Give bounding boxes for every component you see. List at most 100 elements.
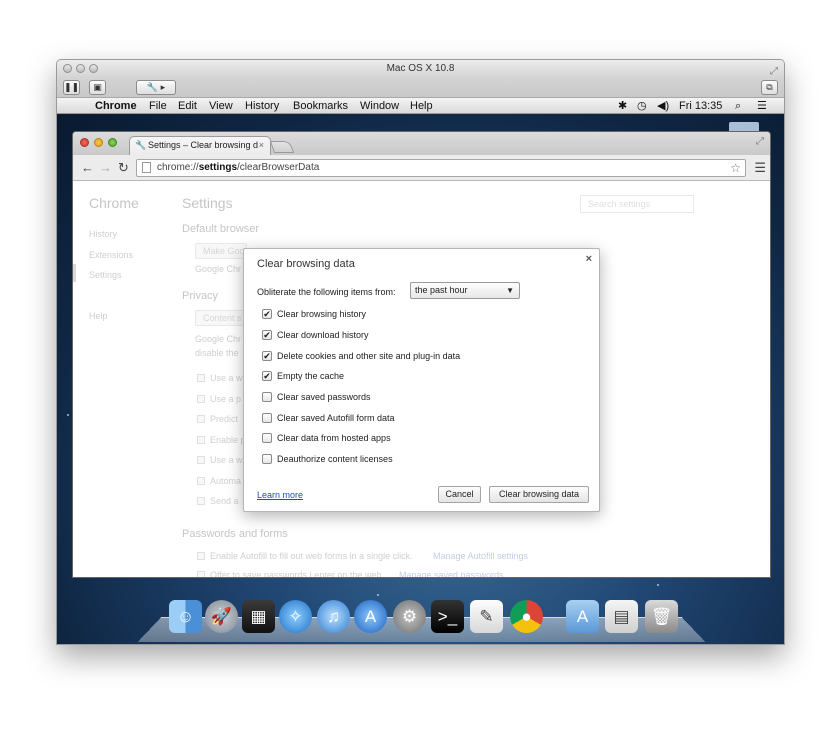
url-path: /clearBrowserData	[237, 162, 320, 173]
clear-browsing-data-button[interactable]: Clear browsing data	[489, 486, 589, 503]
menu-bookmarks[interactable]: Bookmarks	[293, 98, 348, 114]
snapshot-button[interactable]: ▣	[89, 80, 106, 95]
chrome-minimize-icon[interactable]	[94, 138, 103, 147]
menu-window[interactable]: Window	[360, 98, 399, 114]
vm-title: Mac OS X 10.8	[386, 63, 455, 74]
option-checkbox[interactable]	[262, 433, 272, 443]
option-label: Deauthorize content licenses	[277, 454, 393, 464]
zoom-window-icon[interactable]	[89, 64, 98, 73]
time-period-select[interactable]: the past hour ▼	[410, 282, 520, 299]
page-icon	[142, 162, 151, 173]
tab-strip: 🔧 Settings – Clear browsing d × ⤢	[73, 132, 770, 155]
option-label: Clear saved passwords	[277, 392, 371, 402]
chrome-icon[interactable]: ●	[510, 600, 543, 633]
option-label: Clear browsing history	[277, 309, 367, 319]
desktop: 🔧 Settings – Clear browsing d × ⤢ ← → ↻ …	[57, 114, 784, 644]
terminal-icon[interactable]: >_	[431, 600, 464, 633]
option-label: Clear download history	[277, 330, 369, 340]
pause-icon: ❚❚	[64, 82, 80, 92]
fullscreen-icon[interactable]: ⤢	[756, 136, 764, 147]
wrench-icon: 🔧	[135, 140, 147, 150]
spotlight-icon[interactable]: ⌕	[735, 98, 741, 114]
time-period-value: the past hour	[415, 285, 468, 295]
window-switch-icon: ⧉	[766, 82, 773, 92]
launchpad-icon[interactable]: 🚀	[205, 600, 238, 633]
cancel-button[interactable]: Cancel	[438, 486, 481, 503]
option-checkbox[interactable]: ✔	[262, 309, 272, 319]
new-tab-button[interactable]	[269, 141, 295, 153]
chrome-zoom-icon[interactable]	[108, 138, 117, 147]
dialog-option[interactable]: ✔ Clear download history	[262, 328, 369, 342]
url-host: settings	[198, 162, 238, 173]
option-checkbox[interactable]: ✔	[262, 371, 272, 381]
vm-titlebar: Mac OS X 10.8 ⤢	[57, 60, 784, 78]
dialog-option[interactable]: ✔ Empty the cache	[262, 369, 344, 383]
dialog-option[interactable]: ✔ Clear browsing history	[262, 307, 366, 321]
bluetooth-icon[interactable]: ✱	[618, 98, 627, 114]
close-icon[interactable]: ×	[586, 253, 592, 265]
app-store-icon[interactable]: A	[354, 600, 387, 633]
finder-icon[interactable]: ☺	[169, 600, 202, 633]
back-icon[interactable]: ←	[81, 160, 94, 175]
trash-icon[interactable]: 🗑	[645, 600, 678, 633]
bookmark-star-icon[interactable]: ☆	[730, 160, 741, 176]
textedit-icon[interactable]: ✎	[470, 600, 503, 633]
option-checkbox[interactable]	[262, 454, 272, 464]
pause-button[interactable]: ❚❚	[63, 80, 80, 95]
settings-button[interactable]: 🔧 ▸	[136, 80, 176, 95]
menu-chrome[interactable]: Chrome	[95, 98, 137, 114]
vm-toolbar: ❚❚ ▣ 🔧 ▸ ⧉	[57, 78, 784, 98]
option-checkbox[interactable]: ✔	[262, 330, 272, 340]
option-label: Empty the cache	[277, 371, 345, 381]
chrome-window: 🔧 Settings – Clear browsing d × ⤢ ← → ↻ …	[72, 131, 771, 578]
view-switch-button[interactable]: ⧉	[761, 80, 778, 95]
vm-window: Mac OS X 10.8 ⤢ ❚❚ ▣ 🔧 ▸ ⧉ Chrome File E…	[56, 59, 785, 645]
minimize-window-icon[interactable]	[76, 64, 85, 73]
safari-icon[interactable]: ✧	[279, 600, 312, 633]
downloads-stack-icon[interactable]: ▤	[605, 600, 638, 633]
volume-icon[interactable]: ◀)	[657, 98, 669, 114]
tab-title: Settings – Clear browsing d	[148, 140, 259, 150]
close-window-icon[interactable]	[63, 64, 72, 73]
wrench-icon: 🔧 ▸	[146, 82, 166, 92]
option-checkbox[interactable]	[262, 392, 272, 402]
clear-browsing-data-dialog: Clear browsing data × Obliterate the fol…	[243, 248, 600, 512]
photo-booth-icon[interactable]: ▦	[242, 600, 275, 633]
dialog-option[interactable]: Clear saved Autofill form data	[262, 411, 395, 425]
option-label: Clear saved Autofill form data	[277, 413, 395, 423]
menu-view[interactable]: View	[209, 98, 233, 114]
obliterate-label: Obliterate the following items from:	[257, 287, 396, 297]
chevron-down-icon: ▼	[506, 286, 514, 295]
applications-folder-icon[interactable]: A	[566, 600, 599, 633]
forward-icon[interactable]: →	[99, 160, 112, 175]
menu-file[interactable]: File	[149, 98, 167, 114]
menubar-clock[interactable]: Fri 13:35	[679, 98, 722, 114]
option-label: Delete cookies and other site and plug-i…	[277, 351, 461, 361]
tab-settings[interactable]: 🔧 Settings – Clear browsing d ×	[129, 136, 271, 155]
desktop-star	[67, 414, 69, 416]
option-checkbox[interactable]: ✔	[262, 351, 272, 361]
dialog-option[interactable]: Clear data from hosted apps	[262, 431, 391, 445]
dialog-option[interactable]: Clear saved passwords	[262, 390, 371, 404]
option-checkbox[interactable]	[262, 413, 272, 423]
chrome-menu-icon[interactable]: ☰	[754, 160, 766, 176]
reload-icon[interactable]: ↻	[118, 160, 129, 176]
url-scheme: chrome://	[157, 162, 199, 173]
option-label: Clear data from hosted apps	[277, 433, 391, 443]
dialog-option[interactable]: ✔ Delete cookies and other site and plug-…	[262, 349, 460, 363]
snapshot-icon: ▣	[93, 82, 102, 92]
time-machine-icon[interactable]: ◷	[637, 98, 647, 114]
menu-help[interactable]: Help	[410, 98, 433, 114]
dialog-option[interactable]: Deauthorize content licenses	[262, 452, 393, 466]
itunes-icon[interactable]: ♫	[317, 600, 350, 633]
menu-history[interactable]: History	[245, 98, 279, 114]
address-bar[interactable]: chrome://settings/clearBrowserData ☆	[136, 159, 746, 177]
notification-center-icon[interactable]: ☰	[757, 98, 767, 114]
system-preferences-icon[interactable]: ⚙	[393, 600, 426, 633]
dialog-title: Clear browsing data	[257, 258, 355, 270]
menu-edit[interactable]: Edit	[178, 98, 197, 114]
chrome-close-icon[interactable]	[80, 138, 89, 147]
learn-more-link[interactable]: Learn more	[257, 490, 303, 500]
mac-menubar: Chrome File Edit View History Bookmarks …	[57, 98, 784, 114]
tab-close-icon[interactable]: ×	[259, 137, 264, 154]
